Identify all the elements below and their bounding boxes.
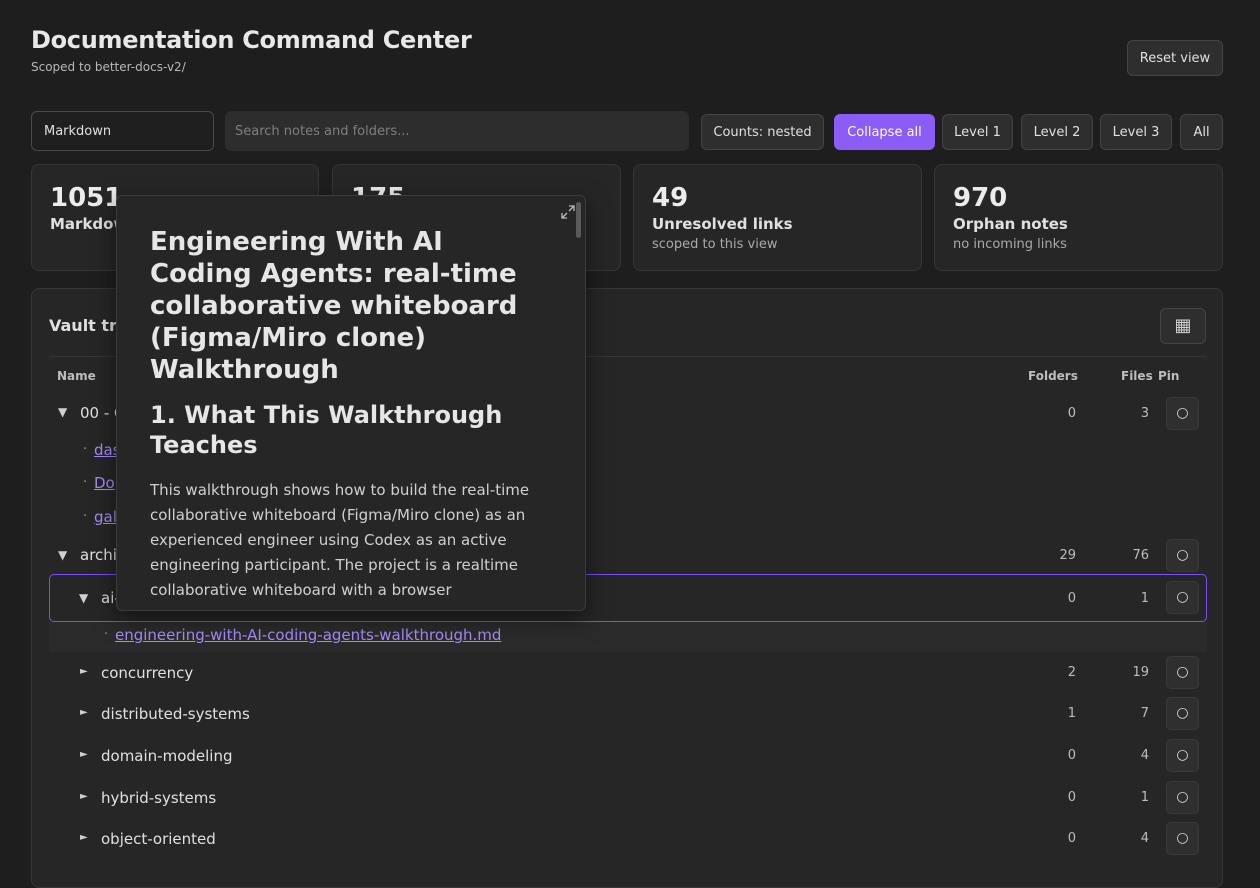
pin-button[interactable]: ○ <box>1166 697 1199 730</box>
pin-icon: ○ <box>1176 747 1189 763</box>
tree-row[interactable]: ► domain-modeling 0 4 ○ <box>49 736 1207 776</box>
file-count: 1 <box>1140 591 1149 606</box>
col-name: Name <box>57 369 96 383</box>
stat-sub: no incoming links <box>953 237 1067 252</box>
page-title: Documentation Command Center <box>31 26 472 54</box>
caret-closed-icon[interactable]: ► <box>80 707 88 718</box>
bullet: · <box>83 475 88 490</box>
folder-count: 2 <box>1067 665 1076 680</box>
grid-icon: ▦ <box>1174 315 1192 336</box>
bullet: · <box>104 627 109 642</box>
file-count: 19 <box>1132 665 1149 680</box>
stat-card-unresolved: 49 Unresolved links scoped to this view <box>633 164 922 271</box>
folder-name[interactable]: distributed-systems <box>101 705 250 723</box>
page-subtitle: Scoped to better-docs-v2/ <box>31 60 186 74</box>
folder-count: 0 <box>1067 790 1076 805</box>
file-count: 76 <box>1132 548 1149 563</box>
folder-count: 29 <box>1059 548 1076 563</box>
caret-open-icon[interactable]: ▼ <box>58 548 67 562</box>
caret-closed-icon[interactable]: ► <box>80 749 88 760</box>
file-count: 7 <box>1140 706 1149 721</box>
source-select[interactable]: Markdown <box>31 111 214 151</box>
col-folders: Folders <box>1028 369 1078 383</box>
folder-count: 0 <box>1067 591 1076 606</box>
level-3-button[interactable]: Level 3 <box>1100 114 1172 150</box>
grid-view-button[interactable]: ▦ <box>1160 308 1206 344</box>
file-count: 4 <box>1140 748 1149 763</box>
bullet: · <box>83 509 88 524</box>
pin-button[interactable]: ○ <box>1166 539 1199 572</box>
pin-icon: ○ <box>1176 405 1189 421</box>
pin-icon: ○ <box>1176 705 1189 721</box>
pin-button[interactable]: ○ <box>1166 656 1199 689</box>
folder-name[interactable]: domain-modeling <box>101 747 233 765</box>
file-link[interactable]: gal <box>94 508 117 526</box>
file-link[interactable]: engineering-with-AI-coding-agents-walkth… <box>115 626 501 644</box>
tree-row[interactable]: ► object-oriented 0 4 ○ <box>49 819 1207 859</box>
tree-file-row[interactable]: · engineering-with-AI-coding-agents-walk… <box>49 622 1207 652</box>
reset-view-button[interactable]: Reset view <box>1127 40 1223 76</box>
stat-label: Orphan notes <box>953 215 1068 233</box>
file-count: 3 <box>1140 406 1149 421</box>
folder-name[interactable]: archi <box>80 546 117 564</box>
preview-heading: 1. What This Walkthrough Teaches <box>150 401 503 459</box>
popup-content: Engineering With AI Coding Agents: real-… <box>150 226 550 603</box>
file-link[interactable]: Do <box>94 474 115 492</box>
caret-open-icon[interactable]: ▼ <box>58 405 67 419</box>
folder-name[interactable]: concurrency <box>101 664 193 682</box>
stat-card-orphans: 970 Orphan notes no incoming links <box>934 164 1223 271</box>
folder-count: 0 <box>1067 748 1076 763</box>
folder-count: 1 <box>1067 706 1076 721</box>
bullet: · <box>83 442 88 457</box>
tree-row[interactable]: ► concurrency 2 19 ○ <box>49 653 1207 693</box>
pin-button[interactable]: ○ <box>1166 739 1199 772</box>
pin-button[interactable]: ○ <box>1166 397 1199 430</box>
folder-name[interactable]: hybrid-systems <box>101 789 216 807</box>
folder-count: 0 <box>1067 406 1076 421</box>
caret-closed-icon[interactable]: ► <box>80 791 88 802</box>
search-input[interactable] <box>225 111 689 151</box>
pin-icon: ○ <box>1176 589 1189 605</box>
expand-icon[interactable] <box>560 204 576 220</box>
level-1-button[interactable]: Level 1 <box>942 114 1013 150</box>
pin-icon: ○ <box>1176 789 1189 805</box>
level-all-button[interactable]: All <box>1180 114 1223 150</box>
counts-toggle-button[interactable]: Counts: nested <box>701 114 824 150</box>
col-pin: Pin <box>1158 369 1180 383</box>
tree-row[interactable]: ► hybrid-systems 0 1 ○ <box>49 778 1207 818</box>
caret-open-icon[interactable]: ▼ <box>79 591 88 605</box>
stat-value: 970 <box>953 183 1008 213</box>
stat-value: 49 <box>652 183 689 213</box>
pin-icon: ○ <box>1176 830 1189 846</box>
note-preview-popup[interactable]: Engineering With AI Coding Agents: real-… <box>116 195 586 611</box>
pin-icon: ○ <box>1176 664 1189 680</box>
collapse-all-button[interactable]: Collapse all <box>834 114 935 150</box>
level-2-button[interactable]: Level 2 <box>1021 114 1093 150</box>
preview-body: This walkthrough shows how to build the … <box>150 481 530 599</box>
file-count: 1 <box>1140 790 1149 805</box>
caret-closed-icon[interactable]: ► <box>80 832 88 843</box>
stat-label: Unresolved links <box>652 215 793 233</box>
caret-closed-icon[interactable]: ► <box>80 666 88 677</box>
pin-button[interactable]: ○ <box>1166 781 1199 814</box>
page-header: Documentation Command Center Scoped to b… <box>31 26 472 74</box>
stat-sub: scoped to this view <box>652 237 778 252</box>
toolbar: Markdown Counts: nested Collapse all Lev… <box>31 111 1223 151</box>
tree-row[interactable]: ► distributed-systems 1 7 ○ <box>49 694 1207 734</box>
preview-title: Engineering With AI Coding Agents: real-… <box>150 227 518 385</box>
popup-scrollbar[interactable] <box>576 202 581 238</box>
file-count: 4 <box>1140 831 1149 846</box>
pin-icon: ○ <box>1176 547 1189 563</box>
folder-name[interactable]: object-oriented <box>101 830 216 848</box>
pin-button[interactable]: ○ <box>1166 581 1199 614</box>
folder-count: 0 <box>1067 831 1076 846</box>
col-files: Files <box>1121 369 1153 383</box>
pin-button[interactable]: ○ <box>1166 822 1199 855</box>
